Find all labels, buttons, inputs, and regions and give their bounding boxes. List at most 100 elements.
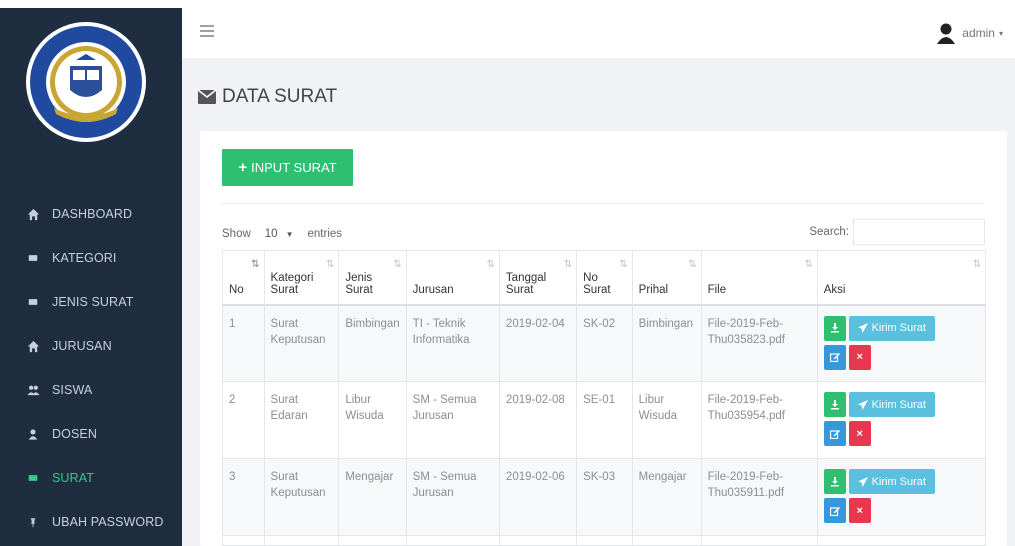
column-header-prihal[interactable]: ⇅ Prihal — [631, 250, 702, 306]
cell-file: File-2019-Feb-Thu035823.pdf — [700, 304, 818, 382]
divider — [222, 203, 984, 204]
sort-icon: ⇅ — [563, 259, 573, 270]
user-icon — [26, 427, 40, 441]
column-header-kategori[interactable]: ⇅ Kategori Surat — [263, 250, 340, 306]
logo-area — [0, 8, 182, 158]
top-strip — [0, 0, 1015, 8]
sidebar-item-jurusan[interactable]: JURUSAN — [0, 326, 182, 366]
envelope-icon — [198, 90, 216, 104]
entries-label: entries — [307, 228, 343, 240]
download-button[interactable] — [823, 469, 846, 494]
cell-jenis: Mengajar — [338, 458, 407, 536]
cell-no: 3 — [222, 458, 265, 536]
cell-jenis: Bimbingan — [338, 304, 407, 382]
institute-seal-logo[interactable] — [24, 20, 148, 144]
cell-file: File-2019-Feb-Thu035954.pdf — [700, 381, 818, 459]
paper-plane-icon — [857, 323, 868, 333]
user-menu[interactable]: admin ▾ — [936, 22, 1003, 44]
cell-tanggal: 2019-02-04 — [498, 304, 578, 382]
cell-aksi: Kirim Surat × — [816, 381, 987, 459]
close-icon: × — [856, 504, 863, 517]
entries-select[interactable]: 10 ▼ — [259, 223, 300, 245]
sidebar-item-dashboard[interactable]: DASHBOARD — [0, 194, 182, 234]
column-header-jurusan[interactable]: ⇅ Jurusan — [405, 250, 500, 306]
cell-jurusan: SM - Semua Jurusan — [405, 381, 500, 459]
home-icon — [26, 207, 40, 221]
sort-icon: ⇅ — [325, 259, 335, 270]
edit-button[interactable] — [823, 421, 846, 446]
delete-button[interactable]: × — [848, 344, 871, 370]
sidebar-item-ubah-password[interactable]: UBAH PASSWORD — [0, 502, 182, 542]
input-surat-button[interactable]: + INPUT SURAT — [222, 149, 353, 186]
sidebar-item-surat[interactable]: SURAT — [0, 458, 182, 498]
home-icon — [26, 339, 40, 353]
sidebar-item-label: UBAH PASSWORD — [52, 515, 164, 529]
cell-no: 1 — [222, 304, 265, 382]
tag-icon — [26, 251, 40, 265]
column-header-no-surat[interactable]: ⇅ No Surat — [576, 250, 633, 306]
sidebar-item-label: DASHBOARD — [52, 207, 133, 221]
content-panel: + INPUT SURAT Show 10 ▼ entries Search: … — [200, 131, 1007, 546]
cell-prihal: Libur Wisuda — [631, 381, 702, 459]
sidebar-item-jenis-surat[interactable]: JENIS SURAT — [0, 282, 182, 322]
user-name: admin — [962, 26, 995, 40]
edit-button[interactable] — [823, 498, 846, 523]
close-icon: × — [856, 351, 863, 363]
cell-prihal: Mengajar — [631, 458, 702, 536]
search-label: Search: — [809, 226, 849, 238]
edit-button[interactable] — [823, 344, 846, 370]
search-box: Search: — [809, 219, 985, 245]
column-header-no[interactable]: ⇅ No — [222, 250, 265, 306]
cell-jenis: Libur Wisuda — [338, 381, 407, 459]
cell-no-surat: SK-02 — [576, 304, 633, 382]
sidebar-item-label: JENIS SURAT — [52, 295, 134, 309]
sort-icon: ⇅ — [486, 259, 496, 270]
table-row: 3 Surat Keputusan Mengajar SM - Semua Ju… — [222, 458, 987, 536]
edit-icon — [829, 429, 840, 439]
cell-jurusan: TI - Teknik Informatika — [405, 304, 500, 382]
column-header-tanggal[interactable]: ⇅ Tanggal Surat — [498, 250, 578, 306]
sort-icon: ⇅ — [619, 259, 628, 270]
chevron-down-icon: ▾ — [998, 28, 1003, 38]
kirim-surat-button[interactable]: Kirim Surat — [848, 392, 935, 417]
search-input[interactable] — [853, 219, 985, 245]
cell-jurusan: SM - Semua Jurusan — [405, 458, 500, 536]
sidebar: DASHBOARD KATEGORI JENIS SURAT JURUSAN S… — [0, 8, 182, 546]
sort-icon: ⇅ — [972, 259, 982, 270]
cell-file: File-2019-Feb-Thu035911.pdf — [700, 458, 818, 536]
tag-icon — [26, 295, 40, 309]
sort-icon: ⇅ — [688, 259, 697, 270]
cell-no-surat: SE-01 — [576, 381, 633, 459]
edit-icon — [829, 506, 840, 516]
download-button[interactable] — [823, 315, 846, 341]
paper-plane-icon — [857, 476, 868, 487]
sidebar-item-kategori[interactable]: KATEGORI — [0, 238, 182, 278]
cell-no-surat: SK-03 — [576, 458, 633, 536]
input-surat-label: INPUT SURAT — [251, 160, 337, 175]
show-label: Show — [222, 228, 251, 240]
cell-aksi: Kirim Surat × — [816, 304, 987, 382]
cell-prihal: Bimbingan — [631, 304, 702, 382]
sort-icon: ⇅ — [804, 259, 813, 270]
column-header-file[interactable]: ⇅ File — [700, 250, 818, 306]
avatar — [937, 23, 956, 44]
chevron-down-icon: ▼ — [285, 229, 294, 239]
table-header-row: ⇅ No ⇅ Kategori Surat ⇅ Jenis Surat ⇅ Jurusa… — [222, 250, 987, 306]
cell-aksi: Kirim Surat × — [816, 458, 987, 536]
sidebar-item-dosen[interactable]: DOSEN — [0, 414, 182, 454]
delete-button[interactable]: × — [848, 421, 871, 446]
delete-button[interactable]: × — [848, 498, 871, 523]
pin-icon — [26, 515, 40, 529]
hamburger-menu-icon[interactable] — [200, 25, 214, 37]
kirim-surat-button[interactable]: Kirim Surat — [848, 315, 935, 341]
cell-kategori: Surat Keputusan — [263, 304, 340, 382]
cell-no: 2 — [222, 381, 265, 459]
sort-icon: ⇅ — [251, 259, 260, 270]
download-button[interactable] — [823, 392, 846, 417]
column-header-aksi[interactable]: ⇅ Aksi — [816, 250, 987, 306]
download-icon — [830, 399, 839, 409]
sidebar-item-label: DOSEN — [52, 427, 97, 441]
column-header-jenis[interactable]: ⇅ Jenis Surat — [338, 250, 407, 306]
kirim-surat-button[interactable]: Kirim Surat — [848, 469, 935, 494]
sidebar-item-siswa[interactable]: SISWA — [0, 370, 182, 410]
